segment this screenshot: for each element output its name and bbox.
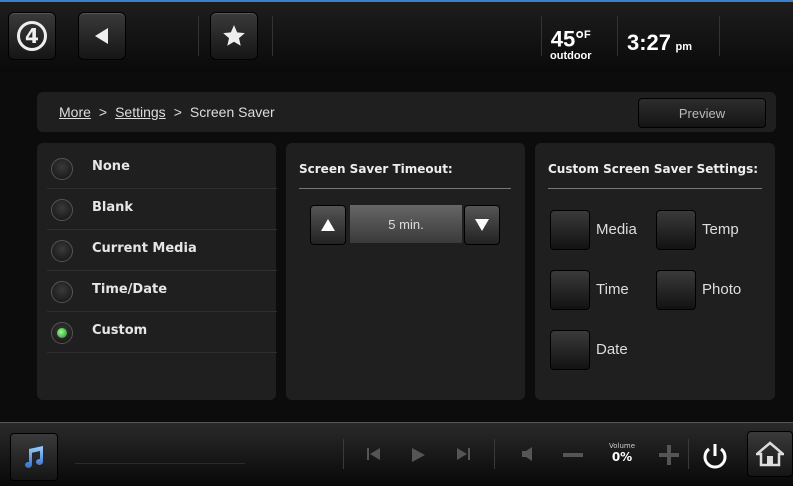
date-label: Date (596, 341, 628, 358)
preview-button[interactable]: Preview (638, 98, 766, 128)
photo-checkbox[interactable] (656, 270, 696, 310)
breadcrumb-current: Screen Saver (189, 104, 275, 120)
skip-back-icon[interactable] (366, 447, 382, 461)
temp-checkbox[interactable] (656, 210, 696, 250)
volume-up-icon[interactable] (659, 445, 679, 465)
radio-current-media[interactable] (51, 240, 73, 262)
custom-settings-title: Custom Screen Saver Settings: (548, 162, 759, 176)
volume-down-icon[interactable] (563, 453, 583, 457)
breadcrumb-settings-link[interactable]: Settings (115, 104, 166, 120)
custom-settings-panel: Custom Screen Saver Settings: Media Temp… (535, 143, 775, 400)
timeout-title: Screen Saver Timeout: (299, 162, 453, 176)
media-checkbox[interactable] (550, 210, 590, 250)
music-note-icon (25, 446, 43, 468)
option-label: Custom (92, 323, 148, 338)
temp-label: Temp (702, 221, 739, 238)
volume-display: Volume 0% (609, 442, 635, 464)
volume-value: 0% (611, 450, 633, 464)
clock-ampm: pm (675, 41, 693, 53)
logo-icon: 4 (17, 21, 47, 51)
timeout-value: 5 min. (350, 205, 462, 243)
down-arrow-icon (475, 219, 489, 231)
breadcrumb-separator: > (98, 104, 108, 120)
breadcrumb: More > Settings > Screen Saver (59, 104, 275, 120)
temperature-unit: F (584, 29, 591, 41)
date-checkbox[interactable] (550, 330, 590, 370)
home-button[interactable] (747, 431, 793, 477)
clock: 3:27 pm (627, 30, 692, 56)
option-label: Time/Date (92, 282, 168, 297)
photo-label: Photo (702, 281, 742, 298)
media-label: Media (596, 221, 637, 238)
play-icon[interactable] (410, 447, 426, 463)
breadcrumb-more-link[interactable]: More (59, 104, 91, 120)
clock-time: 3:27 (627, 30, 672, 55)
option-label: Current Media (92, 241, 197, 256)
radio-blank[interactable] (51, 199, 73, 221)
breadcrumb-bar: More > Settings > Screen Saver Preview (37, 92, 776, 132)
speaker-icon[interactable] (521, 447, 535, 461)
top-bar: 4 45°F outdoor 3:27 pm (0, 0, 793, 72)
option-blank[interactable]: Blank (47, 190, 277, 230)
breadcrumb-separator: > (173, 104, 182, 120)
option-time-date[interactable]: Time/Date (47, 272, 277, 312)
time-checkbox[interactable] (550, 270, 590, 310)
radio-custom[interactable] (51, 322, 73, 344)
radio-time-date[interactable] (51, 281, 73, 303)
option-none[interactable]: None (47, 149, 277, 189)
timeout-increase-button[interactable] (464, 205, 500, 245)
option-current-media[interactable]: Current Media (47, 231, 277, 271)
screensaver-options-panel: None Blank Current Media Time/Date Custo… (37, 143, 277, 400)
favorites-star-icon (223, 25, 245, 46)
radio-selected-dot (57, 328, 67, 338)
volume-label: Volume (609, 442, 636, 450)
option-label: Blank (92, 200, 134, 215)
temperature-label: outdoor (550, 50, 592, 63)
radio-none[interactable] (51, 158, 73, 180)
logo-button[interactable]: 4 (8, 12, 56, 60)
outdoor-temperature: 45°F outdoor (550, 24, 592, 63)
back-arrow-icon (95, 28, 108, 44)
favorites-button[interactable] (210, 12, 258, 60)
bottom-bar: Volume 0% (0, 422, 793, 486)
timeout-panel: Screen Saver Timeout: 5 min. (286, 143, 525, 400)
back-button[interactable] (78, 12, 126, 60)
timeout-decrease-button[interactable] (310, 205, 346, 245)
option-label: None (92, 159, 130, 174)
option-custom[interactable]: Custom (47, 313, 277, 353)
temperature-value: 45° (550, 26, 585, 52)
time-label: Time (596, 281, 629, 298)
skip-forward-icon[interactable] (455, 447, 471, 461)
home-icon (756, 441, 784, 467)
music-button[interactable] (10, 433, 58, 481)
power-icon[interactable] (700, 441, 730, 471)
up-arrow-icon (321, 219, 335, 231)
